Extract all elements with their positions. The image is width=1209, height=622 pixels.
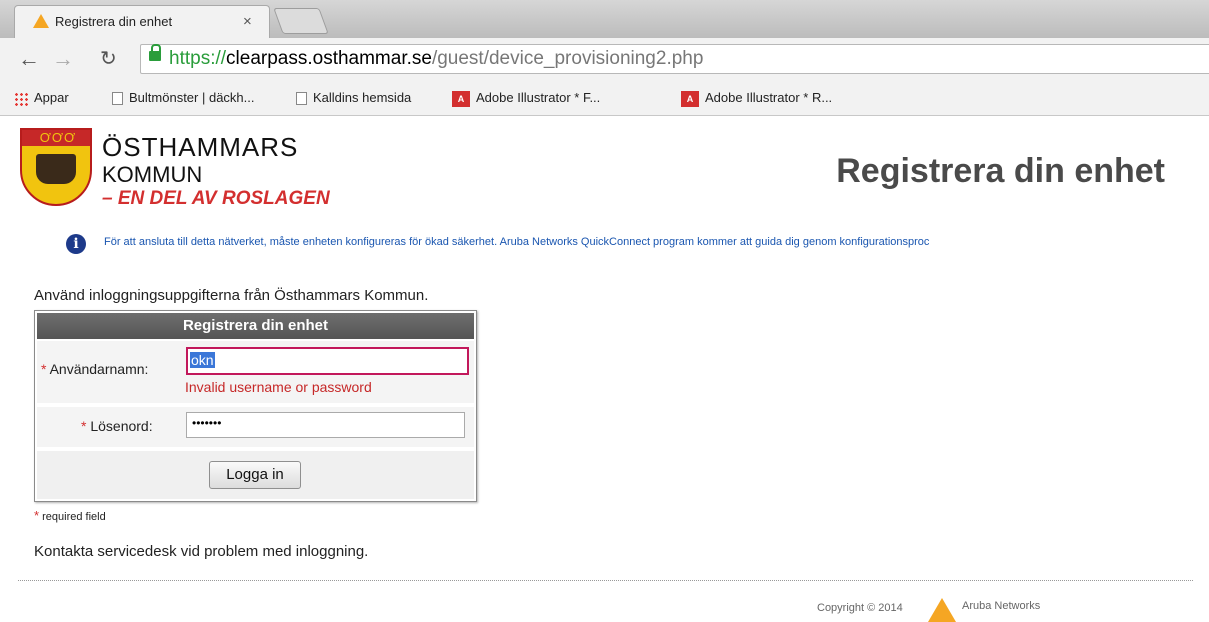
copyright-text: Copyright © 2014 (817, 602, 903, 614)
form-header: Registrera din enhet (37, 313, 474, 339)
adobe-icon: A (681, 90, 699, 107)
lock-icon (149, 44, 161, 61)
aruba-brand: Aruba Networks (962, 600, 1041, 612)
bookmark-label: Bultmönster | däckh... (129, 90, 255, 105)
tab-strip: Registrera din enhet × (0, 0, 1209, 38)
password-value: ••••••• (192, 416, 222, 430)
contact-message: Kontakta servicedesk vid problem med inl… (34, 543, 369, 560)
password-field[interactable]: ••••••• (186, 412, 465, 438)
adobe-icon: A (452, 90, 470, 107)
footer-divider (18, 580, 1193, 581)
aruba-logo-icon (928, 598, 956, 622)
logo-line2: KOMMUN (102, 162, 203, 187)
password-label: * Lösenord: (81, 418, 153, 434)
page-icon (296, 92, 307, 106)
reload-icon[interactable]: ↻ (100, 46, 117, 71)
apps-grid-icon (14, 91, 28, 106)
page-title: Registrera din enhet (836, 152, 1165, 190)
ship-icon (36, 154, 76, 184)
logo-line1: ÖSTHAMMARS (102, 132, 299, 162)
bookmark-label: Adobe Illustrator * F... (476, 90, 601, 105)
close-icon[interactable]: × (243, 13, 252, 30)
url-host: clearpass.osthammar.se (226, 48, 432, 69)
error-message: Invalid username or password (185, 379, 372, 395)
bookmark-label: Appar (34, 90, 69, 105)
url-path: /guest/device_provisioning2.php (431, 48, 704, 69)
new-tab-button[interactable] (273, 8, 329, 34)
url-text[interactable]: https://clearpass.osthammar.se/guest/dev… (169, 48, 703, 70)
coat-of-arms-icon: ƠƠƠ (20, 128, 92, 206)
back-arrow-icon[interactable]: ← (18, 46, 40, 72)
required-note: * required field (34, 508, 106, 523)
required-note-text: required field (42, 511, 106, 523)
bookmark-apps[interactable]: Appar (14, 90, 69, 106)
forward-arrow-icon[interactable]: → (52, 46, 74, 72)
username-label-text: Användarnamn: (49, 361, 149, 377)
address-bar[interactable]: https://clearpass.osthammar.se/guest/dev… (140, 44, 1209, 74)
shield-crowns: ƠƠƠ (22, 130, 90, 146)
required-star: * (34, 508, 40, 523)
login-instruction: Använd inloggningsuppgifterna från Östha… (34, 287, 429, 304)
info-icon: i (66, 234, 86, 254)
bookmark-item[interactable]: Kalldins hemsida (296, 90, 412, 106)
required-star: * (41, 361, 47, 377)
bookmark-item[interactable]: A Adobe Illustrator * F... (452, 90, 600, 107)
logo-tagline: – EN DEL AV ROSLAGEN (102, 188, 330, 209)
username-value: okn (190, 352, 215, 368)
bookmark-label: Adobe Illustrator * R... (705, 90, 833, 105)
username-field[interactable]: okn (186, 347, 469, 375)
tab-active[interactable]: Registrera din enhet × (14, 5, 270, 38)
username-label: * Användarnamn: (41, 361, 148, 377)
login-button[interactable]: Logga in (209, 461, 301, 489)
browser-toolbar: ← → ↻ https://clearpass.osthammar.se/gue… (0, 38, 1209, 82)
bookmark-label: Kalldins hemsida (313, 90, 412, 105)
required-star: * (81, 418, 87, 434)
page-icon (112, 92, 123, 106)
aruba-favicon-icon (33, 14, 49, 28)
password-label-text: Lösenord: (90, 418, 153, 434)
password-row: * Lösenord: ••••••• (37, 407, 474, 447)
bookmarks-bar: Appar Bultmönster | däckh... Kalldins he… (0, 82, 1209, 116)
tab-title: Registrera din enhet (55, 14, 173, 29)
bookmark-item[interactable]: A Adobe Illustrator * R... (681, 90, 832, 107)
info-message: För att ansluta till detta nätverket, må… (104, 236, 930, 248)
url-scheme: https:// (169, 48, 227, 69)
bookmark-item[interactable]: Bultmönster | däckh... (112, 90, 255, 106)
